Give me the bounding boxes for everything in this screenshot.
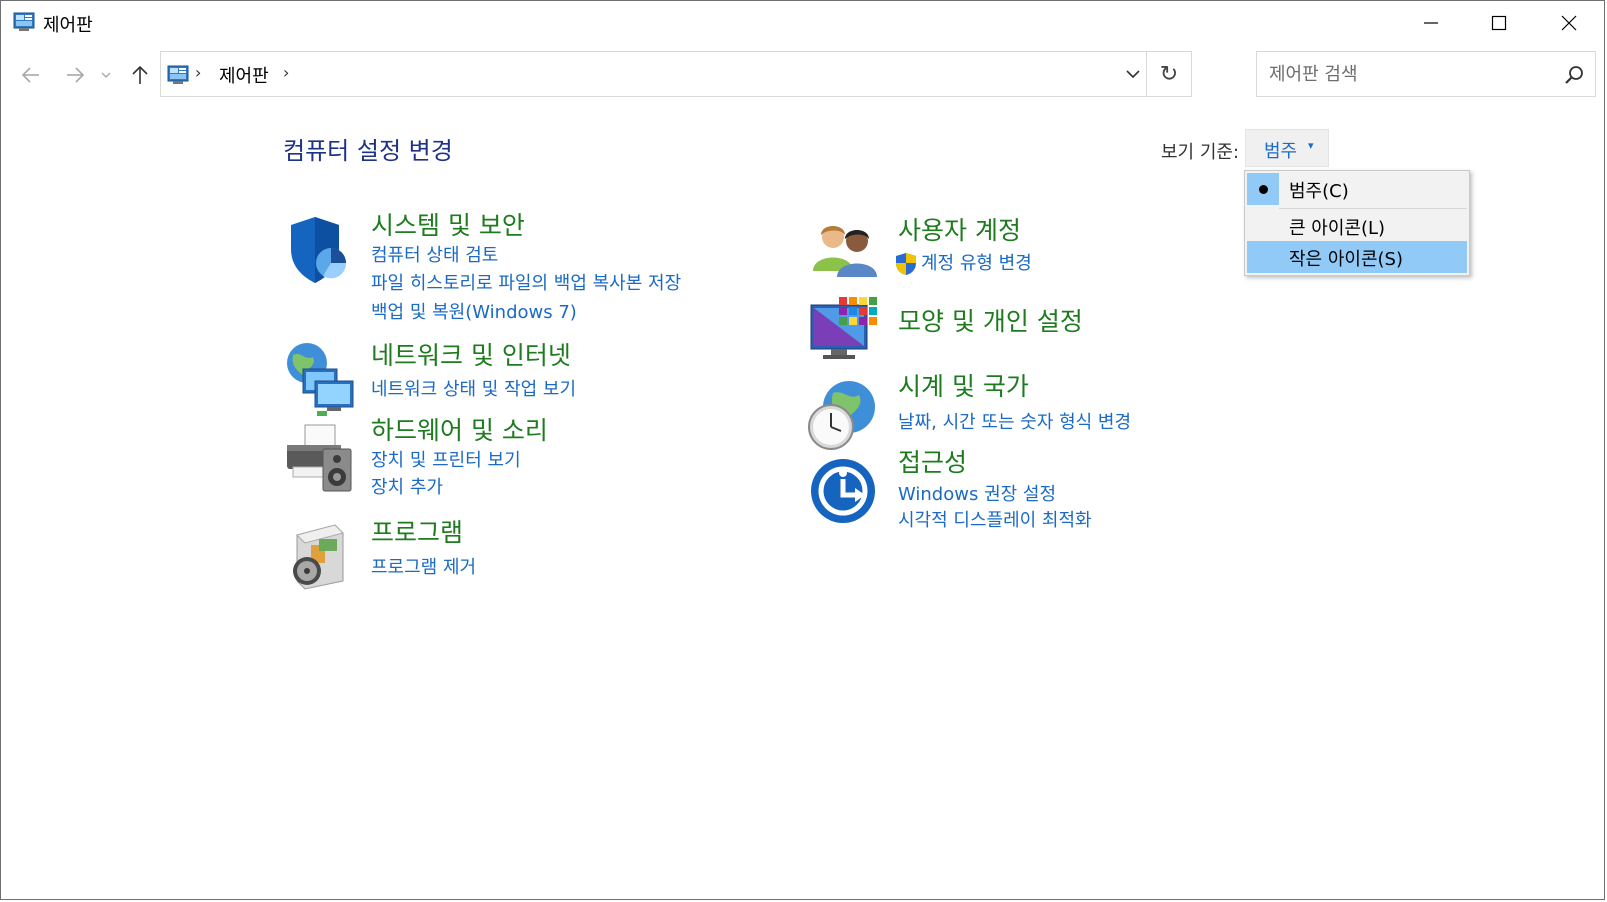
view-by-value: 범주 <box>1264 141 1298 162</box>
dropdown-arrow-icon: ▾ <box>1308 139 1314 152</box>
close-button[interactable] <box>1534 1 1604 45</box>
breadcrumb-control-panel[interactable]: 제어판 <box>219 62 269 88</box>
control-panel-icon <box>167 65 189 84</box>
close-icon <box>1561 15 1577 31</box>
link-view-devices-printers[interactable]: 장치 및 프린터 보기 <box>371 446 521 472</box>
category-clock-region-title[interactable]: 시계 및 국가 <box>898 367 1029 403</box>
link-file-history-backup[interactable]: 파일 히스토리로 파일의 백업 복사본 저장 <box>371 269 681 295</box>
link-change-account-type[interactable]: 계정 유형 변경 <box>921 249 1032 275</box>
refresh-button[interactable]: ↻ <box>1146 52 1191 96</box>
search-input[interactable] <box>1257 52 1559 96</box>
users-icon[interactable] <box>807 213 883 289</box>
link-add-device[interactable]: 장치 추가 <box>371 473 443 499</box>
menu-separator <box>1279 208 1467 209</box>
control-panel-window: 제어판 › 제어판 › ↻ 제어판 검색 컴퓨터 설정 변경 보기 기준: 범주… <box>0 0 1605 900</box>
refresh-icon: ↻ <box>1159 61 1179 87</box>
search-icon[interactable] <box>1563 64 1585 86</box>
recent-locations-button[interactable] <box>99 63 113 87</box>
radio-selected-icon <box>1247 173 1279 205</box>
up-button[interactable] <box>128 63 152 87</box>
shield-icon[interactable] <box>283 213 359 289</box>
view-by-dropdown[interactable]: 범주 ▾ <box>1245 129 1329 167</box>
search-box[interactable] <box>1256 51 1596 97</box>
arrow-right-icon <box>67 67 85 83</box>
maximize-icon <box>1491 15 1507 31</box>
link-change-date-time-format[interactable]: 날짜, 시간 또는 숫자 형식 변경 <box>898 408 1131 434</box>
minimize-button[interactable] <box>1396 1 1466 45</box>
back-button[interactable] <box>19 63 43 87</box>
link-optimize-visual-display[interactable]: 시각적 디스플레이 최적화 <box>898 506 1092 532</box>
page-title: 컴퓨터 설정 변경 <box>283 137 453 165</box>
category-hardware-sound-title[interactable]: 하드웨어 및 소리 <box>371 411 548 447</box>
view-by-menu: 범주(C) 큰 아이콘(L) 작은 아이콘(S) <box>1244 170 1470 276</box>
window-title: 제어판 <box>43 15 93 36</box>
monitor-palette-icon[interactable] <box>807 295 883 371</box>
breadcrumb-separator-icon[interactable]: › <box>283 63 289 82</box>
address-bar[interactable]: › 제어판 › ↻ <box>160 51 1192 97</box>
menu-item-category[interactable]: 범주(C) <box>1247 173 1467 205</box>
menu-item-large-icons[interactable]: 큰 아이콘(L) <box>1247 210 1467 242</box>
network-globe-icon[interactable] <box>283 341 359 417</box>
category-system-security-title[interactable]: 시스템 및 보안 <box>371 206 525 242</box>
navigation-bar: › 제어판 › ↻ <box>1 51 1604 99</box>
minimize-icon <box>1424 22 1438 24</box>
arrow-up-icon <box>132 65 148 84</box>
clock-globe-icon[interactable] <box>807 377 883 453</box>
breadcrumb-separator-icon[interactable]: › <box>195 63 201 82</box>
chevron-down-icon <box>101 72 111 78</box>
accessibility-icon[interactable] <box>809 457 885 533</box>
link-network-status-tasks[interactable]: 네트워크 상태 및 작업 보기 <box>371 375 576 401</box>
category-ease-of-access-title[interactable]: 접근성 <box>898 443 967 479</box>
menu-item-small-icons[interactable]: 작은 아이콘(S) <box>1247 241 1467 273</box>
link-windows-recommended-settings[interactable]: Windows 권장 설정 <box>898 480 1056 506</box>
forward-button[interactable] <box>63 63 87 87</box>
link-backup-restore[interactable]: 백업 및 복원(Windows 7) <box>371 298 577 324</box>
program-disc-icon[interactable] <box>283 517 359 593</box>
maximize-button[interactable] <box>1464 1 1534 45</box>
arrow-left-icon <box>21 67 39 83</box>
category-network-internet-title[interactable]: 네트워크 및 인터넷 <box>371 336 571 372</box>
link-uninstall-program[interactable]: 프로그램 제거 <box>371 553 476 579</box>
title-bar: 제어판 <box>1 1 1604 45</box>
category-programs-title[interactable]: 프로그램 <box>371 513 463 549</box>
link-review-computer-status[interactable]: 컴퓨터 상태 검토 <box>371 241 498 267</box>
category-user-accounts-title[interactable]: 사용자 계정 <box>898 211 1021 247</box>
category-appearance-title[interactable]: 모양 및 개인 설정 <box>898 302 1083 338</box>
control-panel-icon <box>13 12 35 31</box>
uac-shield-icon <box>896 253 916 275</box>
printer-speaker-icon[interactable] <box>283 421 359 497</box>
chevron-down-icon <box>1126 70 1140 78</box>
view-by-label: 보기 기준: <box>1161 142 1240 163</box>
